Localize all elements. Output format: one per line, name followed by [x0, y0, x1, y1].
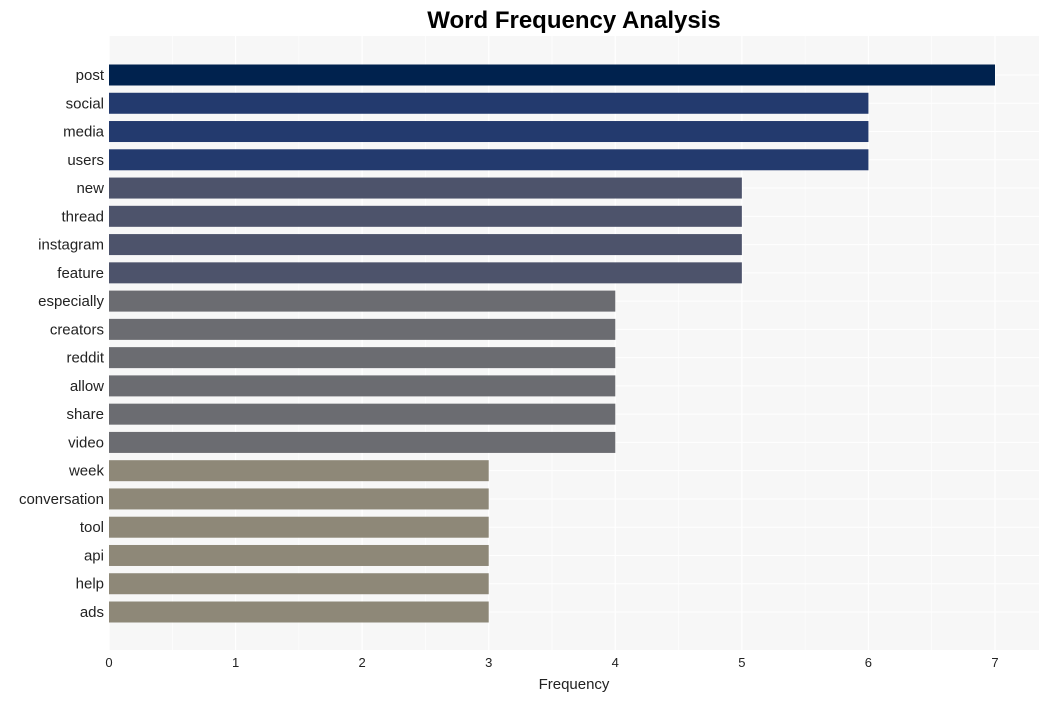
y-tick-label: media	[63, 124, 105, 141]
x-tick-labels: 0 1 2 3 4 5 6 7	[105, 655, 998, 670]
bar-especially	[109, 290, 616, 312]
x-tick-label: 5	[738, 655, 745, 670]
x-tick-label: 3	[485, 655, 492, 670]
y-tick-label: users	[67, 152, 104, 169]
bar-chart: post social media users new thread instagram fe…	[19, 7, 1039, 693]
bar-feature	[109, 262, 742, 284]
y-tick-label: allow	[70, 378, 104, 395]
bar-video	[109, 431, 616, 453]
y-tick-label: week	[68, 463, 105, 480]
x-axis-label: Frequency	[539, 676, 610, 693]
y-tick-label: instagram	[38, 237, 104, 254]
bar-api	[109, 544, 489, 566]
y-tick-label: social	[66, 95, 104, 112]
bar-conversation	[109, 488, 489, 510]
bar-allow	[109, 375, 616, 397]
y-tick-label: new	[76, 180, 104, 197]
y-tick-label: conversation	[19, 491, 104, 508]
bar-creators	[109, 318, 616, 340]
bar-help	[109, 573, 489, 595]
bar-week	[109, 460, 489, 482]
bar-reddit	[109, 347, 616, 369]
bar-ads	[109, 601, 489, 623]
chart-title: Word Frequency Analysis	[427, 7, 720, 34]
x-tick-label: 7	[991, 655, 998, 670]
bar-social	[109, 92, 869, 114]
bar-users	[109, 149, 869, 171]
y-tick-label: ads	[80, 604, 104, 621]
y-tick-label: feature	[57, 265, 104, 282]
y-tick-label: tool	[80, 519, 104, 536]
bar-media	[109, 121, 869, 143]
bar-tool	[109, 516, 489, 538]
y-tick-label: creators	[50, 321, 104, 338]
bar-thread	[109, 205, 742, 227]
x-tick-label: 2	[359, 655, 366, 670]
y-tick-label: video	[68, 434, 104, 451]
bar-share	[109, 403, 616, 425]
y-tick-label: share	[66, 406, 104, 423]
y-tick-label: api	[84, 547, 104, 564]
y-tick-label: post	[76, 67, 105, 84]
y-tick-label: thread	[61, 208, 104, 225]
x-tick-label: 1	[232, 655, 239, 670]
x-tick-label: 0	[105, 655, 112, 670]
x-tick-label: 6	[865, 655, 872, 670]
y-tick-label: help	[76, 576, 104, 593]
bar-post	[109, 64, 995, 86]
y-tick-labels: post social media users new thread instagram fe…	[19, 67, 105, 621]
y-tick-label: reddit	[66, 350, 104, 367]
y-tick-label: especially	[38, 293, 104, 310]
bar-new	[109, 177, 742, 199]
x-tick-label: 4	[612, 655, 619, 670]
bar-instagram	[109, 234, 742, 256]
